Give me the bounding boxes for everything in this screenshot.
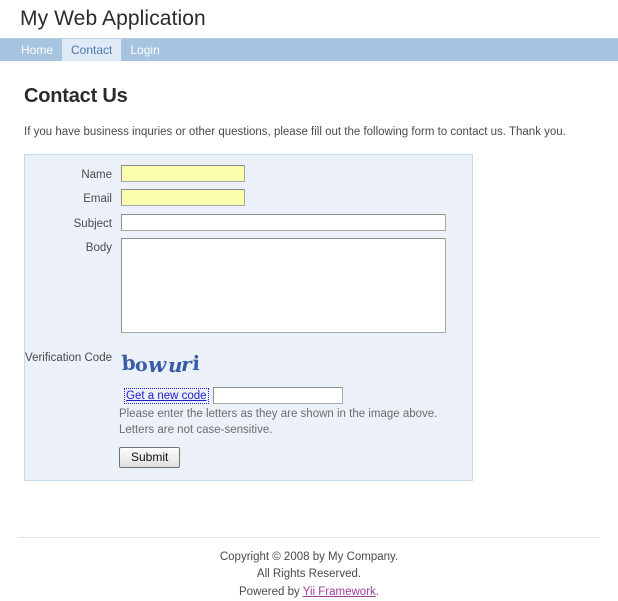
svg-text:i: i [192, 351, 201, 375]
captcha-image: b o w u r i [121, 351, 201, 378]
email-field-wrap [121, 189, 472, 207]
email-input[interactable] [121, 189, 245, 207]
verification-code-input[interactable] [212, 387, 343, 405]
form-row-email: Email [25, 189, 472, 207]
nav-item-login[interactable]: Login [121, 39, 168, 61]
page-header: My Web Application [0, 0, 618, 38]
svg-text:b: b [121, 351, 136, 376]
nav-item-contact[interactable]: Contact [62, 39, 122, 61]
body-textarea[interactable] [121, 238, 446, 334]
subject-field-wrap [121, 213, 472, 231]
svg-text:o: o [135, 354, 148, 376]
subject-label: Subject [73, 217, 112, 230]
form-row-subject: Subject [25, 213, 472, 231]
body-field-wrap [121, 238, 472, 336]
page-footer: Copyright © 2008 by My Company. All Righ… [0, 537, 618, 601]
app-title: My Web Application [20, 7, 206, 30]
footer-powered-by: Powered by Yii Framework. [0, 584, 618, 601]
footer-copyright: Copyright © 2008 by My Company. [219, 551, 399, 563]
nav-item-home[interactable]: Home [12, 39, 62, 61]
captcha-hint-line-2: Letters are not case-sensitive. [119, 423, 273, 436]
form-row-name: Name [25, 165, 472, 183]
name-input[interactable] [121, 165, 245, 183]
footer-divider [18, 537, 600, 538]
powered-by-prefix: Powered by [239, 585, 303, 598]
form-row-verification: Verification Code b o w u r i [25, 348, 472, 380]
intro-text: If you have business inquries or other q… [24, 126, 566, 138]
subject-input[interactable] [121, 213, 446, 231]
contact-form: Name Email Subject Body Verification Cod… [24, 154, 473, 482]
body-label: Body [85, 242, 112, 255]
footer-rights: All Rights Reserved. [256, 568, 362, 581]
captcha-controls: Get a new code [124, 387, 472, 405]
main-navigation: Home Contact Login [0, 38, 618, 61]
form-row-body: Body [25, 238, 472, 336]
verification-field-wrap: b o w u r i [121, 348, 472, 380]
content-area: Contact Us If you have business inquries… [0, 85, 618, 598]
powered-by-suffix: . [375, 585, 379, 598]
refresh-captcha-link[interactable]: Get a new code [124, 387, 209, 404]
verification-code-label: Verification Code [25, 352, 112, 365]
submit-button[interactable]: Submit [119, 447, 181, 469]
submit-row: Submit [119, 447, 472, 469]
yii-framework-link[interactable]: Yii Framework [303, 586, 376, 598]
captcha-hint-line-1: Please enter the letters as they are sho… [119, 408, 438, 421]
name-field-wrap [121, 165, 472, 183]
name-label: Name [81, 169, 112, 182]
svg-text:w: w [148, 352, 167, 377]
page-title: Contact Us [24, 85, 128, 107]
email-label: Email [83, 193, 112, 206]
